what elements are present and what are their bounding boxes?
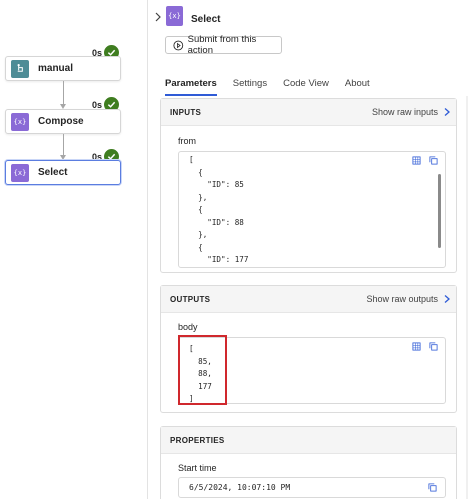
properties-header[interactable]: PROPERTIES: [161, 427, 456, 454]
from-code-box[interactable]: [ { "ID": 85 }, { "ID": 88 }, { "ID": 17…: [178, 151, 446, 268]
tab-settings[interactable]: Settings: [233, 78, 267, 93]
tab-code-view[interactable]: Code View: [283, 78, 329, 93]
flow-node-compose[interactable]: {x} Compose: [5, 109, 121, 134]
submit-label: Submit from this action: [187, 34, 257, 56]
flow-node-label: manual: [38, 63, 74, 74]
show-raw-outputs-link[interactable]: Show raw outputs: [366, 294, 438, 304]
highlight-box: [178, 335, 227, 405]
outputs-header[interactable]: OUTPUTS Show raw outputs: [161, 286, 456, 313]
panel-scrollbar[interactable]: [466, 96, 468, 499]
submit-from-action-button[interactable]: Submit from this action: [165, 34, 282, 56]
inputs-card: INPUTS Show raw inputs from [ { "ID": 85…: [160, 98, 457, 273]
details-panel: {x} Select Submit from this action Param…: [148, 0, 474, 499]
panel-title: Select: [191, 14, 221, 25]
tab-bar: Parameters Settings Code View About: [165, 78, 386, 96]
from-label: from: [178, 136, 196, 146]
code-toolbar: [412, 156, 438, 165]
flow-node-label: Select: [38, 167, 68, 178]
tab-about[interactable]: About: [345, 78, 370, 93]
table-view-icon[interactable]: [412, 156, 421, 165]
outputs-card: OUTPUTS Show raw outputs body [ 85, 88, …: [160, 285, 457, 413]
flow-node-select[interactable]: {x} Select: [5, 160, 121, 185]
code-scrollbar[interactable]: [438, 174, 441, 248]
select-icon: {x}: [11, 163, 29, 182]
manual-trigger-icon: [11, 59, 29, 78]
flow-node-label: Compose: [38, 116, 84, 127]
outputs-heading: OUTPUTS: [170, 294, 211, 304]
chevron-right-icon[interactable]: [152, 11, 164, 23]
chevron-right-icon[interactable]: [442, 107, 452, 117]
connector-line: [63, 134, 64, 156]
copy-icon[interactable]: [429, 342, 438, 351]
inputs-heading: INPUTS: [170, 107, 202, 117]
inputs-header[interactable]: INPUTS Show raw inputs: [161, 99, 456, 126]
flow-node-manual[interactable]: manual: [5, 56, 121, 81]
run-icon: [173, 40, 184, 50]
tab-parameters[interactable]: Parameters: [165, 78, 217, 96]
properties-card: PROPERTIES Start time 6/5/2024, 10:07:10…: [160, 426, 457, 499]
body-label: body: [178, 322, 198, 332]
from-code: [ { "ID": 85 }, { "ID": 88 }, { "ID": 17…: [189, 155, 249, 264]
show-raw-inputs-link[interactable]: Show raw inputs: [372, 107, 438, 117]
code-toolbar: [412, 342, 438, 351]
flow-canvas: 0s manual 0s {x} Compose 0s {x} Select: [0, 0, 147, 499]
copy-icon[interactable]: [428, 483, 437, 492]
start-time-field[interactable]: 6/5/2024, 10:07:10 PM: [178, 477, 446, 498]
compose-icon: {x}: [11, 112, 29, 131]
properties-heading: PROPERTIES: [170, 435, 225, 445]
chevron-right-icon[interactable]: [442, 294, 452, 304]
select-icon: {x}: [166, 6, 183, 26]
start-time-value: 6/5/2024, 10:07:10 PM: [189, 483, 291, 492]
start-time-label: Start time: [178, 463, 217, 473]
connector-line: [63, 81, 64, 105]
table-view-icon[interactable]: [412, 342, 421, 351]
copy-icon[interactable]: [429, 156, 438, 165]
